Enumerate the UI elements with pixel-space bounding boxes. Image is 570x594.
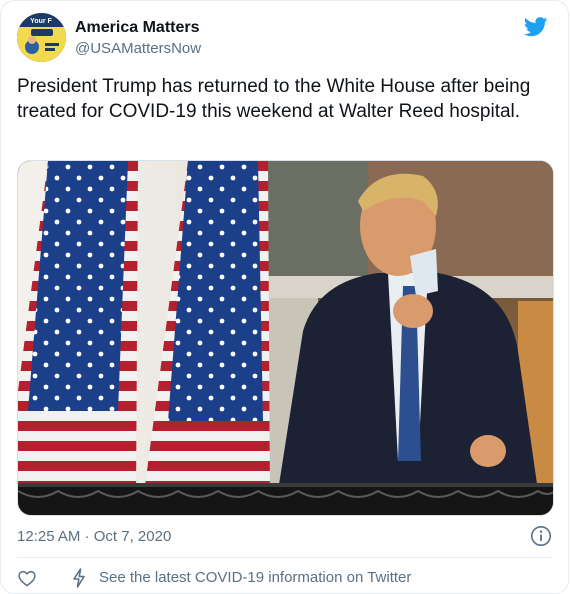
divider <box>17 557 552 558</box>
lightning-bolt-icon <box>73 568 85 588</box>
tweet-header: Your F America Matters @USAMattersNow <box>17 13 552 65</box>
timestamp-date: Oct 7, 2020 <box>93 528 172 545</box>
author-name[interactable]: America Matters <box>75 19 200 37</box>
info-icon[interactable] <box>530 525 552 547</box>
tweet-actions: See the latest COVID-19 information on T… <box>17 567 552 591</box>
tweet-photo[interactable] <box>17 160 554 516</box>
twitter-bird-icon[interactable] <box>524 17 548 37</box>
timestamp-time: 12:25 AM <box>17 528 81 545</box>
author-handle[interactable]: @USAMattersNow <box>75 40 201 57</box>
heart-icon[interactable] <box>17 568 37 588</box>
tweet-timestamp[interactable]: 12:25 AM · Oct 7, 2020 <box>17 528 171 545</box>
timestamp-separator: · <box>80 528 94 545</box>
tweet-text: President Trump has returned to the Whit… <box>17 76 531 122</box>
avatar-logo-text: Your F <box>30 18 52 25</box>
tweet-card[interactable]: Your F America Matters @USAMattersNow Pr… <box>0 0 569 594</box>
covid-info-link[interactable]: See the latest COVID-19 information on T… <box>99 569 411 586</box>
avatar[interactable]: Your F <box>17 13 66 62</box>
